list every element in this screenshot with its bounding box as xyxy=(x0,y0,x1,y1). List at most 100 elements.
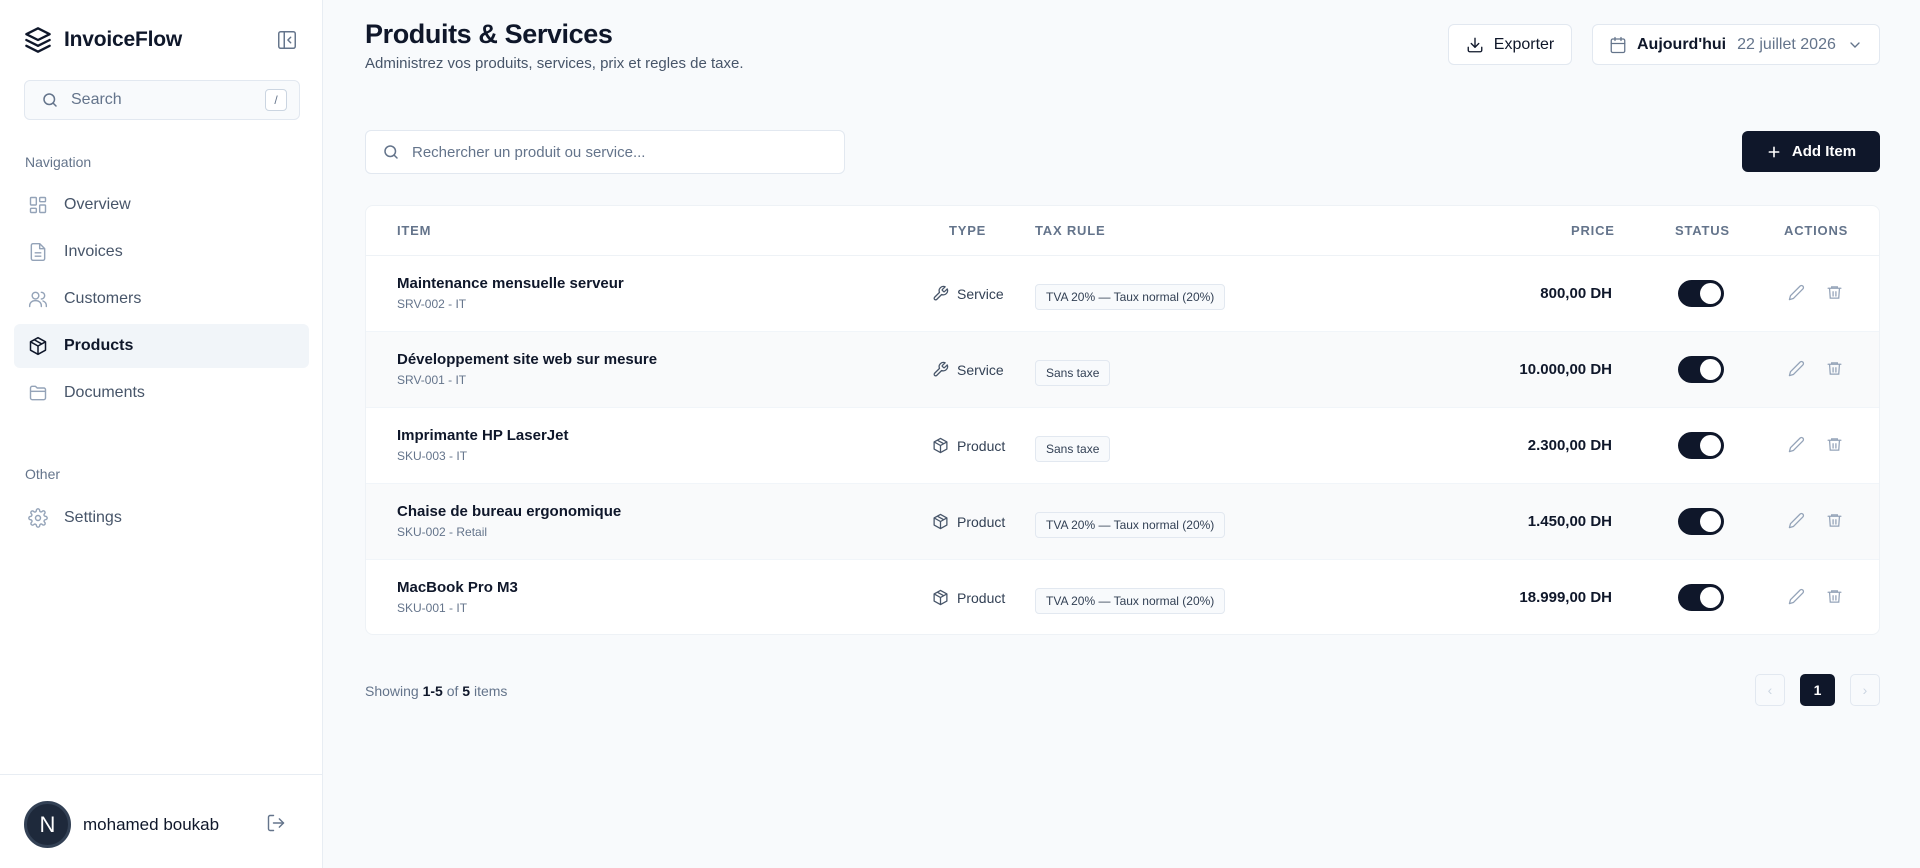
date-value: 22 juillet 2026 xyxy=(1737,35,1836,53)
sidebar-item-customers[interactable]: Customers xyxy=(14,277,309,321)
date-picker[interactable]: Aujourd'hui 22 juillet 2026 xyxy=(1592,24,1880,65)
box-icon xyxy=(932,437,949,454)
add-item-label: Add Item xyxy=(1791,143,1857,160)
status-toggle[interactable] xyxy=(1678,508,1724,535)
tax-rule-badge: Sans taxe xyxy=(1035,360,1111,386)
item-sku: SKU-001 - IT xyxy=(397,601,468,615)
next-page-button[interactable]: › xyxy=(1850,674,1880,706)
sidebar-item-invoices[interactable]: Invoices xyxy=(14,230,309,274)
table-row[interactable]: Développement site web sur mesure SRV-00… xyxy=(366,332,1879,408)
users-icon xyxy=(28,289,48,309)
item-type: Product xyxy=(932,589,1005,606)
table-row[interactable]: Maintenance mensuelle serveur SRV-002 - … xyxy=(366,256,1879,332)
download-icon xyxy=(1466,36,1484,54)
sidebar-search[interactable]: Search / xyxy=(24,80,300,120)
folder-icon xyxy=(28,383,48,403)
showing-items-word: items xyxy=(473,683,508,699)
item-type-label: Product xyxy=(957,589,1006,606)
chevron-down-icon xyxy=(1847,37,1863,53)
edit-icon[interactable] xyxy=(1788,284,1806,302)
file-icon xyxy=(28,242,48,262)
page-button-current[interactable]: 1 xyxy=(1800,674,1835,706)
edit-icon[interactable] xyxy=(1788,512,1806,530)
edit-icon[interactable] xyxy=(1788,436,1806,454)
item-type: Product xyxy=(932,437,1005,454)
tax-rule-badge: TVA 20% — Taux normal (20%) xyxy=(1035,284,1226,310)
chevron-right-icon: › xyxy=(1862,682,1868,698)
column-header-item[interactable]: ITEM xyxy=(397,223,431,238)
item-type: Product xyxy=(932,513,1005,530)
trash-icon[interactable] xyxy=(1826,588,1844,606)
item-name: Maintenance mensuelle serveur xyxy=(397,275,624,292)
grid-icon xyxy=(28,195,48,215)
product-search[interactable] xyxy=(365,130,845,174)
wrench-icon xyxy=(932,361,949,378)
products-table: ITEM TYPE TAX RULE PRICE STATUS ACTIONS … xyxy=(365,205,1880,635)
trash-icon[interactable] xyxy=(1826,360,1844,378)
table-row[interactable]: Chaise de bureau ergonomique SKU-002 - R… xyxy=(366,484,1879,560)
tax-rule-badge: TVA 20% — Taux normal (20%) xyxy=(1035,512,1226,538)
showing-prefix: Showing xyxy=(365,683,419,699)
sidebar-item-overview[interactable]: Overview xyxy=(14,183,309,227)
prev-page-button[interactable]: ‹ xyxy=(1755,674,1785,706)
trash-icon[interactable] xyxy=(1826,436,1844,454)
column-header-actions: ACTIONS xyxy=(1784,223,1849,238)
showing-range: 1-5 xyxy=(422,683,443,699)
tax-rule-badge: TVA 20% — Taux normal (20%) xyxy=(1035,588,1226,614)
item-type-label: Service xyxy=(957,361,1004,378)
box-icon xyxy=(932,589,949,606)
item-type-label: Product xyxy=(957,437,1006,454)
box-icon xyxy=(932,513,949,530)
sidebar-item-settings[interactable]: Settings xyxy=(14,496,309,540)
item-price: 18.999,00 DH xyxy=(1519,589,1612,606)
table-row[interactable]: MacBook Pro M3 SKU-001 - IT Product TVA … xyxy=(366,560,1879,634)
avatar[interactable]: N xyxy=(24,801,71,848)
item-sku: SRV-001 - IT xyxy=(397,373,467,387)
status-toggle[interactable] xyxy=(1678,356,1724,383)
chevron-left-icon: ‹ xyxy=(1767,682,1773,698)
export-button[interactable]: Exporter xyxy=(1448,24,1572,65)
table-row[interactable]: Imprimante HP LaserJet SKU-003 - IT Prod… xyxy=(366,408,1879,484)
page-subtitle: Administrez vos produits, services, prix… xyxy=(365,55,744,72)
sidebar-item-documents[interactable]: Documents xyxy=(14,371,309,415)
table-header: ITEM TYPE TAX RULE PRICE STATUS ACTIONS xyxy=(366,206,1879,256)
logout-icon[interactable] xyxy=(266,813,288,835)
item-name: MacBook Pro M3 xyxy=(397,579,518,596)
gear-icon xyxy=(28,508,48,528)
add-item-button[interactable]: Add Item xyxy=(1742,131,1880,172)
product-search-input[interactable] xyxy=(412,143,828,161)
item-price: 800,00 DH xyxy=(1540,285,1612,302)
sidebar-item-label: Products xyxy=(64,337,134,354)
trash-icon[interactable] xyxy=(1826,512,1844,530)
date-label: Aujourd'hui xyxy=(1637,35,1727,53)
brand[interactable]: InvoiceFlow xyxy=(24,26,182,54)
search-icon xyxy=(41,91,59,109)
app-name: InvoiceFlow xyxy=(64,28,182,51)
column-header-price[interactable]: PRICE xyxy=(1571,223,1615,238)
sidebar-collapse-icon[interactable] xyxy=(276,29,300,53)
item-type-label: Service xyxy=(957,285,1004,302)
pagination-summary: Showing 1-5 of 5 items xyxy=(365,683,507,699)
nav-section-label: Navigation xyxy=(25,154,92,170)
search-icon xyxy=(382,143,400,161)
plus-icon xyxy=(1766,144,1782,160)
status-toggle[interactable] xyxy=(1678,584,1724,611)
sidebar-item-label: Overview xyxy=(64,196,131,213)
calendar-icon xyxy=(1609,36,1627,54)
column-header-tax-rule[interactable]: TAX RULE xyxy=(1035,223,1105,238)
item-name: Chaise de bureau ergonomique xyxy=(397,503,622,520)
column-header-type[interactable]: TYPE xyxy=(949,223,986,238)
box-icon xyxy=(28,336,48,356)
trash-icon[interactable] xyxy=(1826,284,1844,302)
export-label: Exporter xyxy=(1493,35,1555,53)
sidebar-item-products[interactable]: Products xyxy=(14,324,309,368)
edit-icon[interactable] xyxy=(1788,360,1806,378)
status-toggle[interactable] xyxy=(1678,280,1724,307)
sidebar-item-label: Customers xyxy=(64,290,142,307)
other-section-label: Other xyxy=(25,466,61,482)
item-price: 10.000,00 DH xyxy=(1519,361,1612,378)
item-type-label: Product xyxy=(957,513,1006,530)
edit-icon[interactable] xyxy=(1788,588,1806,606)
status-toggle[interactable] xyxy=(1678,432,1724,459)
page-title: Produits & Services xyxy=(365,19,613,49)
